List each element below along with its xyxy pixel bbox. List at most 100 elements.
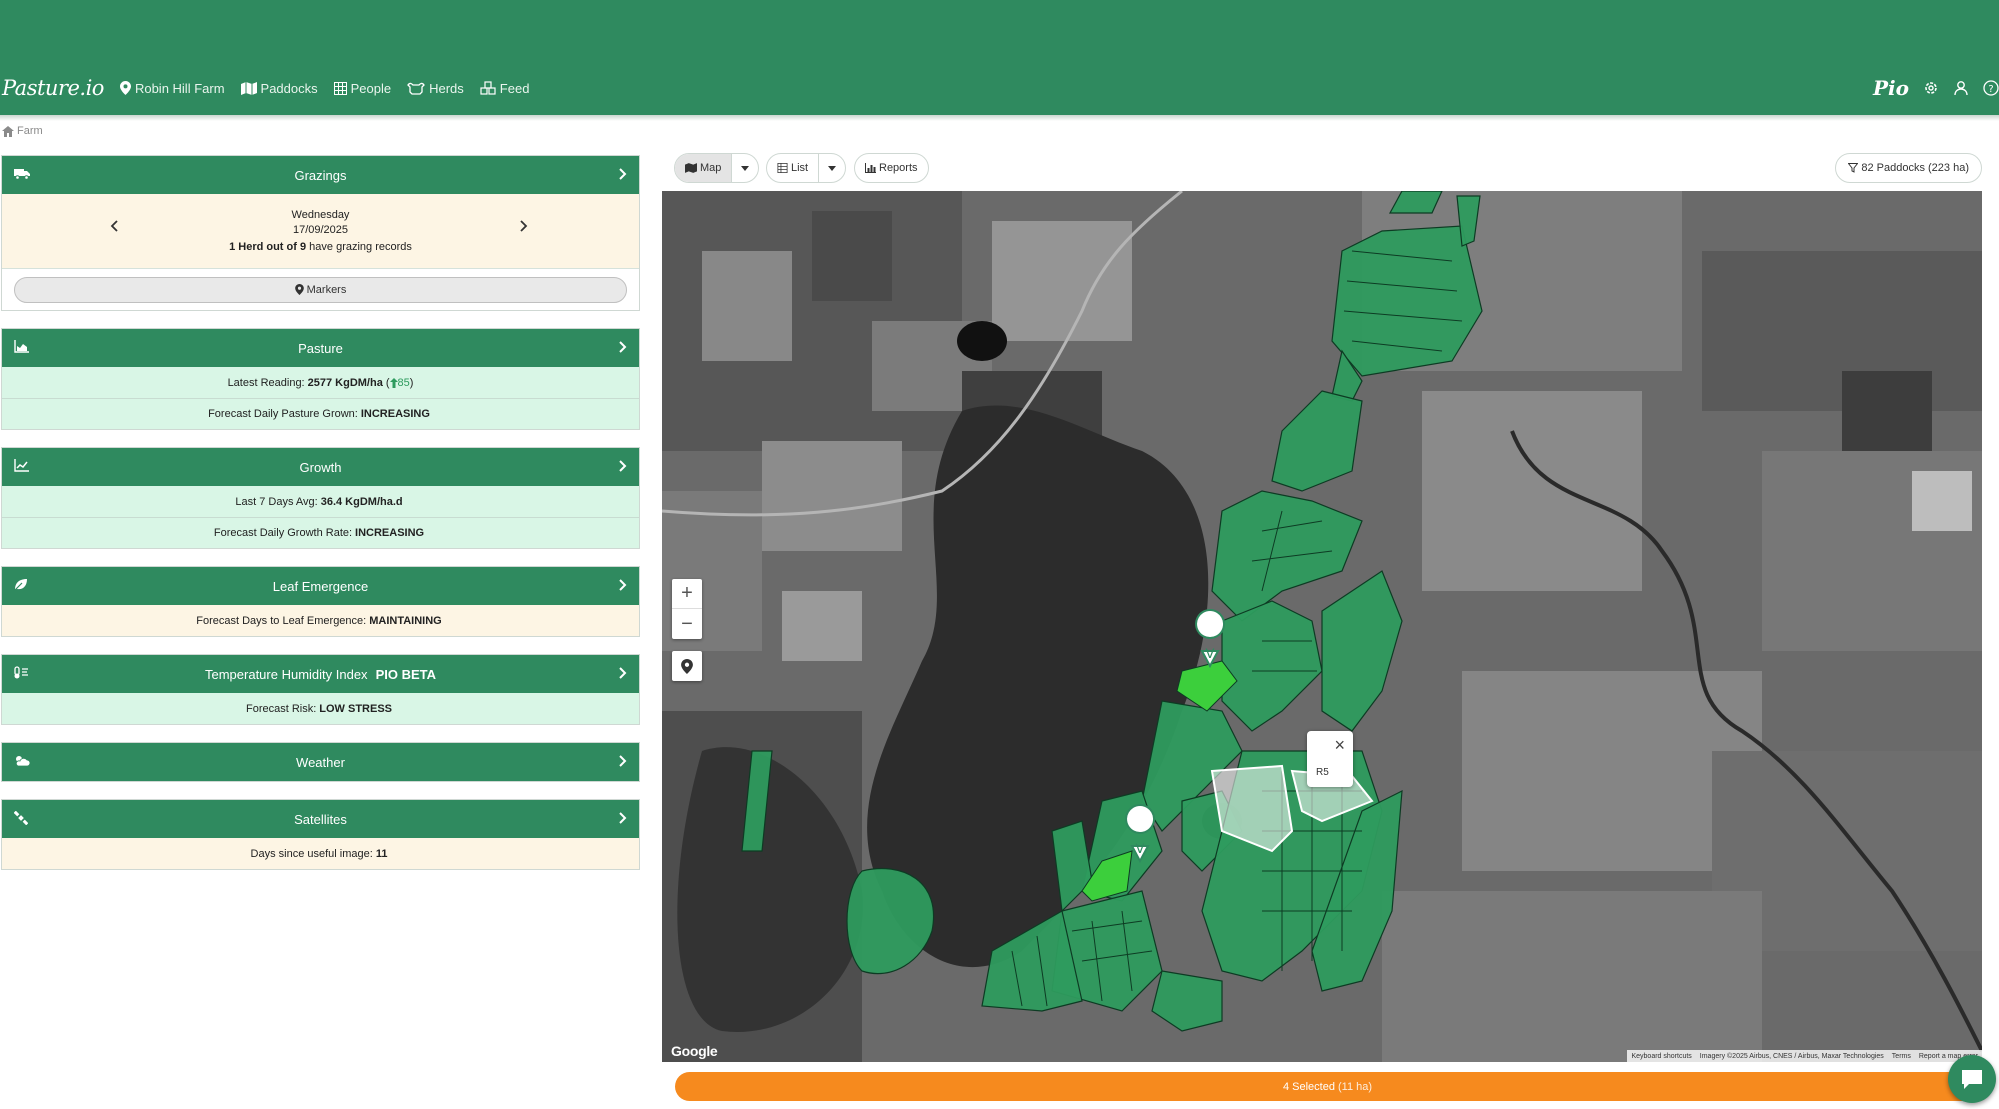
thi-header[interactable]: Temperature Humidity Index PIO BETA: [2, 655, 639, 693]
herd-summary-total: 9: [299, 241, 307, 253]
growth-header[interactable]: Growth: [2, 448, 639, 486]
markers-row: Markers: [2, 268, 639, 310]
days-label: Days since useful image:: [250, 847, 373, 860]
brand-logo[interactable]: Pasture.io: [2, 76, 104, 100]
nav-item-herds[interactable]: Herds: [407, 81, 464, 96]
satellites-header[interactable]: Satellites: [2, 800, 639, 838]
pasture-panel: Pasture Latest Reading: 2577 KgDM/ha ( 8…: [1, 328, 640, 430]
panel-title: Grazings: [294, 167, 347, 183]
risk-value: LOW STRESS: [319, 702, 393, 715]
arrow-up-icon: [389, 377, 398, 388]
sidebar: Grazings Wednesday 17/09/2025 1 Herd out…: [1, 155, 640, 887]
svg-text:ᐯ: ᐯ: [1206, 647, 1215, 662]
leaf-emergence-header[interactable]: Leaf Emergence: [2, 567, 639, 605]
leaf-forecast: Forecast Days to Leaf Emergence: MAINTAI…: [2, 605, 639, 636]
gear-icon[interactable]: [1923, 80, 1939, 96]
breadcrumb-label: Farm: [17, 125, 43, 137]
pasture-header[interactable]: Pasture: [2, 329, 639, 367]
reports-button[interactable]: Reports: [855, 154, 928, 182]
zoom-in-button[interactable]: +: [672, 579, 702, 609]
map-icon: [685, 163, 697, 173]
header-shadow: [0, 115, 1999, 121]
grazing-day: Wednesday: [291, 209, 350, 221]
pio-logo[interactable]: Pio: [1873, 76, 1909, 100]
list-view-button[interactable]: List: [767, 154, 818, 182]
cloud-sun-icon: [15, 756, 30, 767]
avg-label: Last 7 Days Avg:: [235, 495, 318, 508]
satellite-map[interactable]: ᐯ ᐯ + − × R5 Google Keyboard shortcuts I…: [662, 191, 1982, 1062]
keyboard-shortcuts-link[interactable]: Keyboard shortcuts: [1631, 1053, 1691, 1060]
grazing-date-selector: Wednesday 17/09/2025 1 Herd out of 9 hav…: [2, 194, 639, 268]
avg-value: 36.4 KgDM/ha.d: [320, 495, 403, 508]
breadcrumb[interactable]: Farm: [2, 122, 43, 140]
map-label: Map: [700, 162, 722, 174]
map-view-dropdown[interactable]: [731, 154, 758, 182]
nav-item-feed[interactable]: Feed: [480, 81, 529, 96]
forecast-value: INCREASING: [355, 527, 425, 539]
list-view-dropdown[interactable]: [818, 154, 845, 182]
panel-title: Satellites: [294, 811, 347, 827]
herd-summary-prefix: 1 Herd out of: [229, 241, 297, 253]
grazings-header[interactable]: Grazings: [2, 156, 639, 194]
selection-count: 4 Selected: [1282, 1080, 1335, 1093]
header-actions: Pio ?: [1873, 76, 1999, 100]
map-view-button[interactable]: Map: [675, 154, 732, 182]
satellites-panel: Satellites Days since useful image: 11: [1, 799, 640, 870]
risk-label: Forecast Risk:: [245, 702, 317, 715]
filter-icon: [1848, 163, 1859, 173]
chevron-right-icon[interactable]: [520, 220, 528, 232]
locate-button[interactable]: [672, 651, 702, 681]
bar-chart-icon: [865, 163, 876, 173]
list-view-group: List: [766, 153, 847, 183]
table-icon: [333, 81, 347, 95]
area-chart-icon: [14, 340, 29, 353]
map-pin-icon: [119, 81, 131, 95]
chevron-right-icon: [619, 168, 627, 180]
popup-label: R5: [1316, 767, 1329, 778]
reports-label: Reports: [879, 162, 918, 174]
grazing-date: 17/09/2025: [292, 224, 349, 236]
paddock-popup[interactable]: × R5: [1307, 731, 1353, 787]
chevron-left-icon[interactable]: [110, 220, 118, 232]
weather-header[interactable]: Weather: [2, 743, 639, 781]
nav-item-farm[interactable]: Robin Hill Farm: [119, 81, 225, 96]
paddock-filter-button[interactable]: 82 Paddocks (223 ha): [1835, 153, 1982, 183]
reading-delta: 85: [397, 376, 410, 389]
beta-badge: PIO BETA: [375, 666, 436, 682]
chevron-right-icon: [619, 812, 627, 824]
satellites-days: Days since useful image: 11: [2, 838, 639, 869]
panel-title: Weather: [296, 754, 345, 770]
map-pin-icon: [681, 658, 693, 674]
cow-icon: [407, 82, 425, 95]
map-imagery[interactable]: ᐯ ᐯ: [662, 191, 1982, 1062]
leaf-icon: [14, 579, 27, 591]
caret-down-icon: [828, 165, 837, 171]
reports-group: Reports: [854, 153, 929, 183]
growth-avg: Last 7 Days Avg: 36.4 KgDM/ha.d: [2, 486, 639, 517]
close-icon[interactable]: ×: [1334, 735, 1345, 756]
nav-item-label: Herds: [429, 80, 464, 96]
user-icon[interactable]: [1953, 80, 1969, 96]
truck-icon: [14, 169, 30, 180]
table-icon: [777, 163, 788, 173]
help-icon[interactable]: ?: [1983, 80, 1999, 96]
forecast-label: Forecast Days to Leaf Emergence:: [196, 614, 367, 627]
thi-panel: Temperature Humidity Index PIO BETA Fore…: [1, 654, 640, 725]
leaf-emergence-panel: Leaf Emergence Forecast Days to Leaf Eme…: [1, 566, 640, 637]
chevron-right-icon: [619, 755, 627, 767]
nav-item-people[interactable]: People: [333, 81, 391, 96]
markers-button[interactable]: Markers: [14, 276, 627, 303]
nav-item-paddocks[interactable]: Paddocks: [240, 81, 318, 96]
chat-button[interactable]: [1948, 1055, 1996, 1103]
reading-label: Latest Reading:: [227, 376, 305, 389]
panel-title: Growth: [299, 459, 342, 475]
growth-panel: Growth Last 7 Days Avg: 36.4 KgDM/ha.d F…: [1, 447, 640, 549]
forecast-label: Forecast Daily Pasture Grown:: [208, 408, 358, 420]
markers-label: Markers: [306, 283, 347, 296]
terms-link[interactable]: Terms: [1892, 1053, 1911, 1060]
selection-bar[interactable]: 4 Selected (11 ha): [675, 1072, 1980, 1101]
days-value: 11: [375, 847, 388, 860]
home-icon: [2, 125, 14, 137]
zoom-out-button[interactable]: −: [672, 609, 702, 639]
chevron-right-icon: [619, 460, 627, 472]
